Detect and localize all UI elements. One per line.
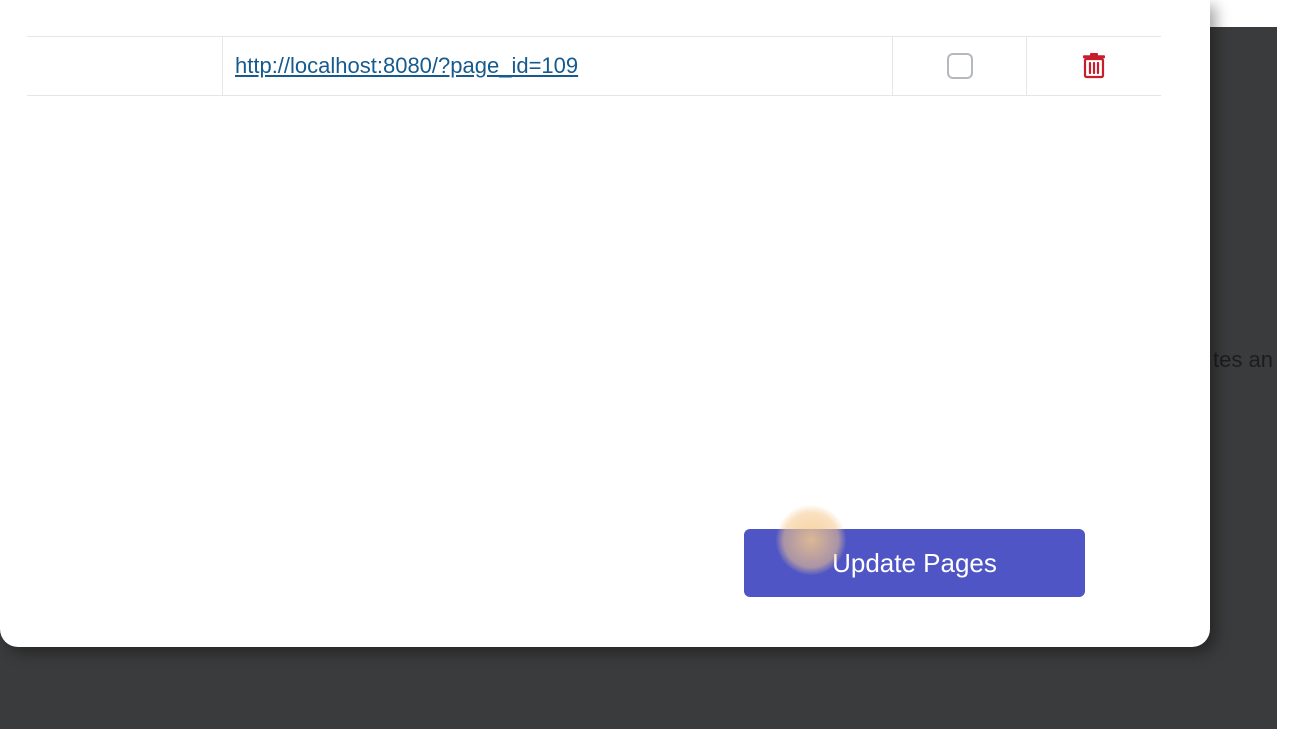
trash-icon xyxy=(1083,53,1105,79)
update-pages-button[interactable]: Update Pages xyxy=(744,529,1085,597)
update-pages-label: Update Pages xyxy=(832,548,997,579)
cell-page-name xyxy=(27,37,223,95)
select-page-checkbox[interactable] xyxy=(947,53,973,79)
background-clipped-text: tes an xyxy=(1213,347,1273,373)
table-row: http://localhost:8080/?page_id=109 xyxy=(27,36,1161,96)
delete-page-button[interactable] xyxy=(1079,51,1109,81)
pages-modal: http://localhost:8080/?page_id=109 xyxy=(0,0,1210,647)
app-stage: tes an http://localhost:8080/?page_id=10… xyxy=(0,0,1296,746)
cell-delete xyxy=(1027,37,1161,95)
cell-checkbox xyxy=(893,37,1027,95)
page-url-link[interactable]: http://localhost:8080/?page_id=109 xyxy=(235,53,578,79)
pages-table: http://localhost:8080/?page_id=109 xyxy=(27,36,1161,508)
cell-page-url: http://localhost:8080/?page_id=109 xyxy=(223,37,893,95)
